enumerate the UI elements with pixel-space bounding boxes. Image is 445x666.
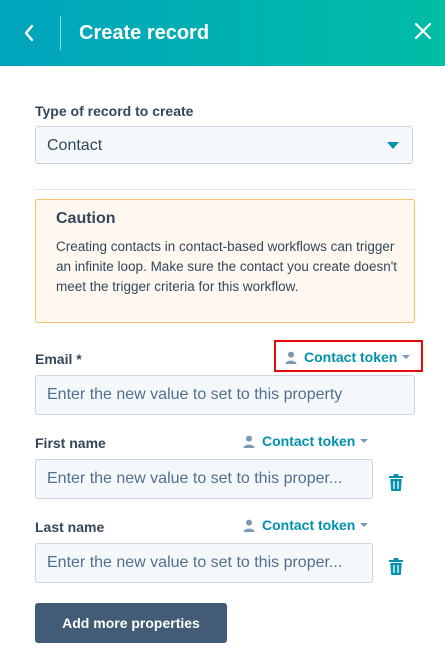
last-name-input[interactable] <box>35 543 373 583</box>
email-contact-token-button[interactable]: Contact token <box>285 348 411 366</box>
record-type-value: Contact <box>47 137 103 154</box>
chevron-left-icon <box>24 24 34 42</box>
back-button[interactable] <box>14 18 44 48</box>
contact-token-label: Contact token <box>262 433 356 449</box>
caret-down-icon <box>360 523 369 527</box>
person-icon <box>243 519 255 532</box>
section-divider <box>35 189 415 190</box>
close-button[interactable] <box>410 18 436 44</box>
first-name-input[interactable] <box>35 459 373 499</box>
caret-down-icon <box>402 355 411 359</box>
caution-title: Caution <box>56 210 116 227</box>
last-name-label: Last name <box>35 519 105 535</box>
delete-last-name-button[interactable] <box>388 557 404 575</box>
record-type-select[interactable]: Contact <box>35 126 413 164</box>
trash-icon <box>389 473 403 491</box>
last-name-contact-token-button[interactable]: Contact token <box>243 516 369 534</box>
caret-down-icon <box>360 439 369 443</box>
caret-down-icon <box>387 142 399 149</box>
close-icon <box>414 22 432 40</box>
panel-title: Create record <box>79 22 210 44</box>
caution-alert: Caution Creating contacts in contact-bas… <box>35 199 415 323</box>
first-name-contact-token-button[interactable]: Contact token <box>243 432 369 450</box>
person-icon <box>243 435 255 448</box>
delete-first-name-button[interactable] <box>388 473 404 491</box>
trash-icon <box>389 557 403 575</box>
caution-message: Creating contacts in contact-based workf… <box>56 239 398 294</box>
add-more-properties-button[interactable]: Add more properties <box>35 603 227 643</box>
contact-token-label: Contact token <box>262 517 356 533</box>
record-type-label: Type of record to create <box>35 103 194 119</box>
header-divider <box>60 16 61 50</box>
contact-token-label: Contact token <box>304 349 398 365</box>
first-name-label: First name <box>35 435 106 451</box>
email-label: Email * <box>35 351 82 367</box>
email-input[interactable] <box>35 375 415 415</box>
panel-header: Create record <box>0 0 445 66</box>
person-icon <box>285 351 297 364</box>
